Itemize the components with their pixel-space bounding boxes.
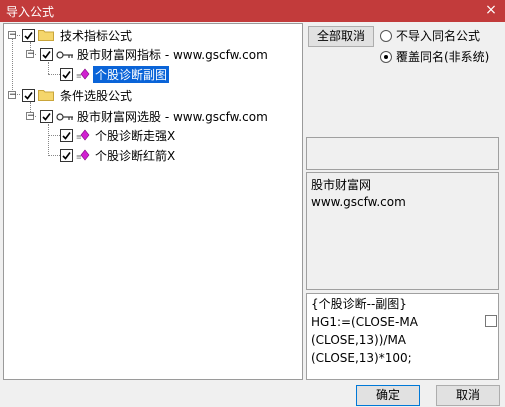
formula-tree[interactable]: − 技术指标公式 − 股市财富网指标 - www.gscfw.com ≡ 个股诊… bbox=[3, 23, 303, 380]
window-title: 导入公式 bbox=[6, 5, 55, 19]
group-checkbox[interactable] bbox=[22, 29, 35, 42]
child-checkbox[interactable] bbox=[40, 48, 53, 61]
item-checkbox[interactable] bbox=[60, 149, 73, 162]
svg-text:≡: ≡ bbox=[76, 72, 82, 80]
child-label: 股市财富网指标 - www.gscfw.com bbox=[77, 48, 268, 62]
svg-text:≡: ≡ bbox=[76, 153, 82, 161]
collapse-toggle[interactable]: − bbox=[26, 112, 35, 121]
tree-line bbox=[12, 38, 13, 94]
tree-item[interactable]: 个股诊断红箭X bbox=[95, 147, 175, 164]
group-checkbox[interactable] bbox=[22, 89, 35, 102]
close-icon[interactable]: × bbox=[483, 1, 499, 19]
tree-item[interactable]: 个股诊断走强X bbox=[95, 127, 175, 144]
info-panel: 股市财富网 www.gscfw.com bbox=[306, 172, 499, 290]
collapse-toggle[interactable]: − bbox=[8, 31, 17, 40]
child-checkbox[interactable] bbox=[40, 110, 53, 123]
tree-line bbox=[48, 62, 49, 74]
formula-preview[interactable]: {个股诊断--副图} HG1:=(CLOSE-MA (CLOSE,13))/MA… bbox=[306, 293, 499, 380]
scroll-box[interactable] bbox=[485, 315, 497, 327]
tree-item-selected[interactable]: 个股诊断副图 bbox=[93, 66, 170, 83]
radio-overwrite-duplicate-label[interactable]: 覆盖同名(非系统) bbox=[396, 48, 489, 65]
tree-line bbox=[48, 124, 49, 156]
unselect-all-button[interactable]: 全部取消 bbox=[308, 26, 374, 47]
radio-skip-duplicate-label[interactable]: 不导入同名公式 bbox=[396, 27, 480, 44]
cancel-button[interactable]: 取消 bbox=[436, 385, 500, 406]
child-label: 股市财富网选股 - www.gscfw.com bbox=[77, 110, 268, 124]
formula-icon: ≡ bbox=[76, 68, 90, 80]
formula-text: {个股诊断--副图} HG1:=(CLOSE-MA (CLOSE,13))/MA… bbox=[311, 297, 418, 365]
ok-button[interactable]: 确定 bbox=[356, 385, 420, 406]
formula-icon: ≡ bbox=[76, 149, 90, 161]
info-line-2: www.gscfw.com bbox=[311, 195, 406, 209]
radio-overwrite-duplicate[interactable] bbox=[380, 51, 392, 63]
title-bar: 导入公式 × bbox=[0, 0, 505, 22]
collapse-toggle[interactable]: − bbox=[8, 91, 17, 100]
key-icon bbox=[56, 113, 73, 121]
item-checkbox[interactable] bbox=[60, 129, 73, 142]
formula-icon: ≡ bbox=[76, 129, 90, 141]
group-label: 技术指标公式 bbox=[60, 29, 133, 43]
svg-text:≡: ≡ bbox=[76, 133, 82, 141]
empty-panel bbox=[306, 137, 499, 170]
folder-icon bbox=[38, 90, 54, 101]
group-label: 条件选股公式 bbox=[60, 89, 133, 103]
folder-icon bbox=[38, 30, 54, 41]
import-formula-dialog: 导入公式 × − 技术指标公式 − 股市财富网指标 - www.gscfw.co… bbox=[0, 0, 505, 407]
collapse-toggle[interactable]: − bbox=[26, 50, 35, 59]
info-line-1: 股市财富网 bbox=[311, 178, 372, 192]
item-checkbox[interactable] bbox=[60, 68, 73, 81]
radio-skip-duplicate[interactable] bbox=[380, 30, 392, 42]
key-icon bbox=[56, 51, 73, 59]
